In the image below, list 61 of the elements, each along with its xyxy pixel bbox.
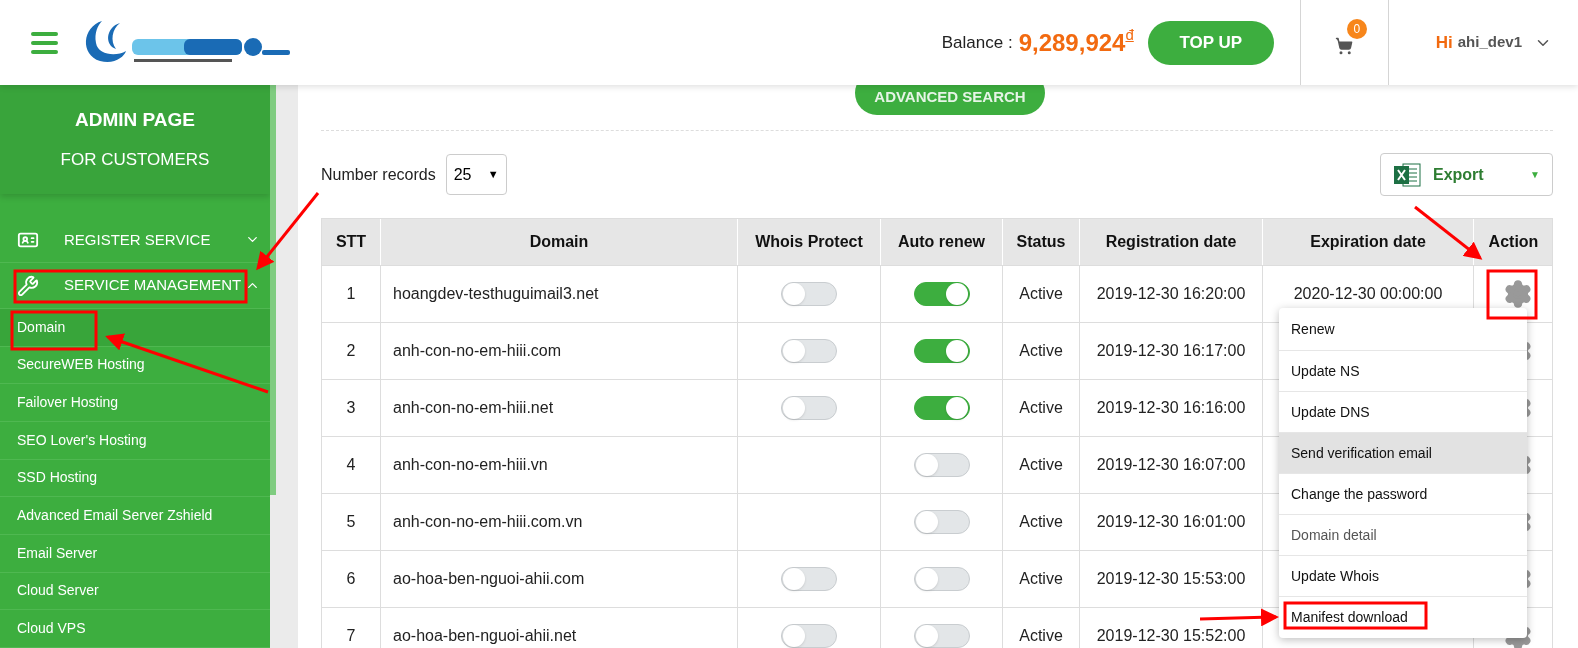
column-header: Action [1474,219,1554,265]
balance-label: Balance : [941,31,1013,54]
domain-name: ao-hoa-ben-nguoi-ahii.com [381,551,738,607]
column-header: Whois Protect [738,219,881,265]
sidebar-item[interactable]: Domain [0,308,270,347]
column-header: Domain [381,219,738,265]
balance-amount: 9,289,924 [1018,27,1126,58]
date-cell: 2019-12-30 16:20:00 [1080,266,1263,322]
export-button[interactable]: Export ▼ [1380,153,1553,196]
table-cell: 4 [322,437,381,493]
currency-symbol: đ [1125,25,1134,43]
status-cell: Active [1003,551,1080,607]
status-cell: Active [1003,323,1080,379]
table-cell: 7 [322,608,381,648]
status-cell: Active [1003,266,1080,322]
menu-item[interactable]: Send verification email [1279,432,1527,473]
date-cell: 2019-12-30 16:01:00 [1080,494,1263,550]
domain-name: anh-con-no-em-hiii.net [381,380,738,436]
domain-name: ao-hoa-ben-nguoi-ahii.net [381,608,738,648]
status-cell: Active [1003,380,1080,436]
username[interactable]: ahi_dev1 [1457,31,1522,54]
status-cell: Active [1003,437,1080,493]
date-cell-text: 2020-12-30 00:00:00 [1293,284,1443,304]
table-cell: 1 [322,266,381,322]
date-cell: 2019-12-30 15:53:00 [1080,551,1263,607]
records-select[interactable]: 25 ▼ [445,154,507,195]
sidebar-section[interactable]: SERVICE MANAGEMENT [0,263,270,309]
menu-item[interactable]: Renew [1279,309,1527,350]
section-label: REGISTER SERVICE [64,229,211,250]
table-cell: 3 [322,380,381,436]
column-header: Registration date [1080,219,1263,265]
sidebar-section[interactable]: REGISTER SERVICE [0,217,270,264]
advanced-search-button[interactable]: ADVANCED SEARCH [855,85,1045,115]
greeting: Hi [1435,31,1453,54]
menu-item[interactable]: Manifest download [1279,596,1527,637]
date-cell: 2019-12-30 16:16:00 [1080,380,1263,436]
column-header: Status [1003,219,1080,265]
menu-item[interactable]: Change the password [1279,473,1527,514]
date-cell: 2019-12-30 16:07:00 [1080,437,1263,493]
date-cell: 2019-12-30 16:17:00 [1080,323,1263,379]
table-cell: 5 [322,494,381,550]
table-cell: 2 [322,323,381,379]
column-header: Expiration date [1263,219,1474,265]
status-cell: Active [1003,608,1080,648]
domain-name: hoangdev-testhuguimail3.net [381,266,738,322]
menu-item[interactable]: Update Whois [1279,555,1527,596]
cart-count: 0 [1346,18,1367,39]
records-label: Number records [321,164,436,185]
column-header: Auto renew [881,219,1003,265]
domain-name: anh-con-no-em-hiii.com [381,323,738,379]
sidebar-subtitle: FOR CUSTOMERS [60,148,210,171]
table-cell: 6 [322,551,381,607]
section-label: SERVICE MANAGEMENT [64,275,242,296]
sidebar-title: ADMIN PAGE [75,108,195,133]
date-cell: 2019-12-30 15:52:00 [1080,608,1263,648]
status-cell: Active [1003,494,1080,550]
domain-name: anh-con-no-em-hiii.vn [381,437,738,493]
topup-button[interactable]: TOP UP [1147,20,1274,65]
column-header: STT [322,219,381,265]
domain-name: anh-con-no-em-hiii.com.vn [381,494,738,550]
menu-item[interactable]: Update NS [1279,350,1527,391]
